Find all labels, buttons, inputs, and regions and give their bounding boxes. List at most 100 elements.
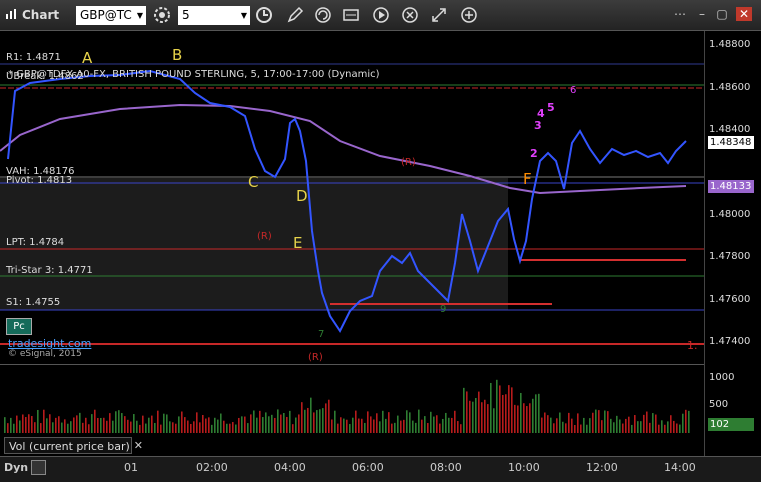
- volume-bar: [301, 402, 303, 433]
- volume-bar: [403, 419, 405, 433]
- volume-bar: [577, 413, 579, 433]
- count-6: 6: [570, 85, 577, 96]
- volume-bar: [346, 419, 348, 433]
- minimize-icon[interactable]: –: [694, 7, 710, 21]
- ubreak-label: UBreak: 1.4862: [6, 71, 84, 82]
- volume-bar: [658, 424, 660, 433]
- price-chart[interactable]: * GBP@TDFX A0-FX, BRITISH POUND STERLING…: [0, 31, 704, 363]
- close-icon[interactable]: ✕: [736, 7, 752, 21]
- volume-bar: [454, 410, 456, 433]
- dynamic-button[interactable]: Dyn: [4, 461, 28, 474]
- volume-bar: [502, 394, 504, 433]
- volume-bar: [637, 421, 639, 433]
- volume-bar: [259, 410, 261, 433]
- refresh-icon[interactable]: [314, 6, 332, 24]
- volume-bar: [664, 424, 666, 433]
- volume-bar: [400, 420, 402, 433]
- add-circle-icon[interactable]: [460, 6, 478, 24]
- volume-bar: [40, 423, 42, 433]
- volume-bar: [559, 412, 561, 433]
- tristar-label: Tri-Star 3: 1.4771: [6, 265, 93, 276]
- volume-bar: [427, 423, 429, 433]
- volume-bar: [622, 423, 624, 433]
- chevron-down-icon[interactable]: ▼: [241, 6, 247, 25]
- volume-bar: [442, 418, 444, 433]
- time-tick: 10:00: [508, 461, 540, 474]
- volume-bar: [310, 397, 312, 433]
- volume-bar: [601, 420, 603, 433]
- menu-icon[interactable]: ⋯: [672, 7, 688, 21]
- wave-label-e: E: [293, 234, 303, 252]
- volume-bar: [457, 421, 459, 433]
- volume-bar: [556, 418, 558, 433]
- volume-bar: [7, 423, 9, 433]
- price-tick: 1.47600: [709, 294, 751, 305]
- volume-bar: [355, 410, 357, 433]
- volume-bar: [130, 421, 132, 433]
- time-tick: 02:00: [196, 461, 228, 474]
- volume-bar: [151, 415, 153, 433]
- interval-input[interactable]: 5 ▼: [178, 6, 250, 25]
- volume-bar: [262, 417, 264, 433]
- volume-bar: [445, 412, 447, 433]
- price-axis[interactable]: 1.48800 1.48600 1.48400 1.48000 1.47800 …: [704, 31, 761, 456]
- volume-bar: [361, 418, 363, 433]
- volume-bar: [334, 410, 336, 433]
- volume-bar: [382, 410, 384, 433]
- maximize-icon[interactable]: ▢: [714, 7, 730, 21]
- play-icon[interactable]: [372, 6, 390, 24]
- volume-bar: [76, 415, 78, 433]
- close-icon[interactable]: ✕: [134, 437, 143, 454]
- volume-bar: [340, 417, 342, 433]
- volume-bar: [4, 417, 6, 433]
- volume-bar: [397, 415, 399, 433]
- volume-bar: [616, 415, 618, 433]
- wave-label-a: A: [82, 49, 93, 67]
- count-3: 3: [534, 119, 542, 132]
- symbol-input[interactable]: GBP@TC ▼: [76, 6, 146, 25]
- volume-bar: [451, 417, 453, 433]
- volume-bar: [241, 416, 243, 433]
- volume-bar: [661, 420, 663, 433]
- r1-label: R1: 1.4871: [6, 52, 61, 63]
- volume-bar: [391, 423, 393, 433]
- volume-bar: [508, 385, 510, 433]
- volume-bar: [448, 417, 450, 433]
- volume-bar: [10, 417, 12, 433]
- time-tick: 01: [124, 461, 138, 474]
- volume-bar: [625, 418, 627, 433]
- quote-sheet-icon[interactable]: [342, 6, 360, 24]
- pc-button[interactable]: Pc: [6, 318, 32, 335]
- clock-icon[interactable]: [255, 6, 273, 24]
- gear-icon[interactable]: [153, 6, 171, 24]
- volume-bar: [265, 412, 267, 433]
- link-icon[interactable]: [430, 6, 448, 24]
- count-7: 7: [318, 329, 325, 340]
- volume-bar: [274, 417, 276, 433]
- volume-bar: [31, 416, 33, 433]
- volume-bar: [421, 419, 423, 433]
- chevron-down-icon[interactable]: ▼: [137, 6, 143, 25]
- volume-bar: [280, 414, 282, 433]
- volume-bar: [307, 407, 309, 433]
- volume-bar: [607, 411, 609, 433]
- volume-bar: [256, 417, 258, 433]
- volume-bar: [316, 410, 318, 433]
- volume-bar: [679, 424, 681, 433]
- pencil-icon[interactable]: [286, 6, 304, 24]
- volume-bar: [16, 415, 18, 433]
- volume-bar: [160, 424, 162, 433]
- volume-bar: [682, 413, 684, 433]
- volume-bar: [496, 379, 498, 433]
- interval-value: 5: [182, 8, 190, 22]
- volume-bar: [178, 416, 180, 433]
- volume-bar: [538, 393, 540, 433]
- volume-bar: [205, 418, 207, 433]
- close-circle-icon[interactable]: [401, 6, 419, 24]
- volume-panel[interactable]: [0, 364, 704, 435]
- volume-bar: [106, 420, 108, 433]
- volume-bar: [121, 413, 123, 433]
- lock-icon[interactable]: [31, 460, 46, 475]
- volume-bar: [313, 412, 315, 433]
- volume-bar: [385, 418, 387, 433]
